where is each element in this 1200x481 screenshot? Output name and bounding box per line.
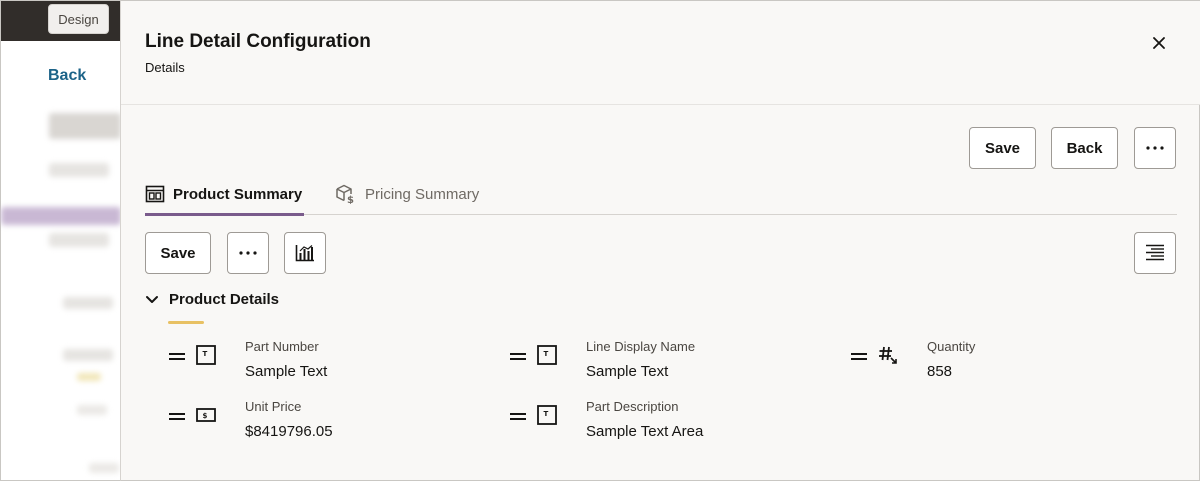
blurred-text <box>77 405 107 415</box>
drawer-subtitle: Details <box>145 60 185 75</box>
text-field-icon: T <box>195 344 217 366</box>
blurred-accent <box>77 373 101 381</box>
svg-text:T: T <box>544 350 549 358</box>
drawer-title: Line Detail Configuration <box>145 31 371 52</box>
tab-pricing-summary[interactable]: $ Pricing Summary <box>335 173 495 215</box>
field-quantity[interactable]: Quantity 858 <box>851 339 1181 389</box>
tab-product-summary[interactable]: Product Summary <box>145 173 304 216</box>
back-button[interactable]: Back <box>1051 127 1118 169</box>
drawer-header: Line Detail Configuration Details <box>121 1 1200 105</box>
svg-text:T: T <box>203 350 208 358</box>
field-value: $8419796.05 <box>245 423 333 440</box>
section-accent-bar <box>168 321 204 324</box>
product-details-section-toggle[interactable]: Product Details <box>145 291 279 308</box>
pricing-box-icon: $ <box>336 184 354 204</box>
drag-handle-icon[interactable] <box>510 411 526 421</box>
bar-chart-icon <box>295 245 314 262</box>
field-value: Sample Text <box>245 363 328 380</box>
blurred-nav-selected <box>1 207 121 225</box>
field-value: Sample Text Area <box>586 423 704 440</box>
tab-label: Product Summary <box>173 185 303 203</box>
svg-text:$: $ <box>347 195 354 204</box>
svg-text:$: $ <box>203 412 208 420</box>
svg-text:T: T <box>544 410 549 418</box>
blurred-text <box>49 233 109 247</box>
field-value: 858 <box>927 363 953 380</box>
text-field-icon: T <box>536 404 558 426</box>
drag-handle-icon[interactable] <box>851 351 867 361</box>
more-icon <box>239 251 257 255</box>
section-save-button[interactable]: Save <box>145 232 211 274</box>
line-detail-drawer: Line Detail Configuration Details Save B… <box>120 0 1200 481</box>
chart-button[interactable] <box>284 232 326 274</box>
more-icon <box>1146 146 1164 150</box>
align-right-icon <box>1146 244 1164 261</box>
section-title: Product Details <box>169 291 280 308</box>
field-label: Part Description <box>586 399 679 414</box>
number-field-icon <box>877 344 899 366</box>
field-part-description[interactable]: T Part Description Sample Text Area <box>510 399 840 449</box>
tab-bar: Product Summary $ Pricing Summary <box>145 173 1177 216</box>
design-tag[interactable]: Design <box>48 4 109 34</box>
blurred-text <box>63 349 113 361</box>
tab-label: Pricing Summary <box>365 185 480 203</box>
drag-handle-icon[interactable] <box>510 351 526 361</box>
currency-field-icon: $ <box>195 404 217 426</box>
close-button[interactable] <box>1145 29 1173 57</box>
align-button[interactable] <box>1134 232 1176 274</box>
field-label: Quantity <box>927 339 976 354</box>
field-label: Unit Price <box>245 399 302 414</box>
blurred-text <box>89 463 119 473</box>
text-field-icon: T <box>536 344 558 366</box>
close-icon <box>1153 37 1165 49</box>
more-actions-button[interactable] <box>1134 127 1176 169</box>
field-value: Sample Text <box>586 363 669 380</box>
field-label: Line Display Name <box>586 339 696 354</box>
layout-icon <box>145 185 165 203</box>
drag-handle-icon[interactable] <box>169 411 185 421</box>
field-label: Part Number <box>245 339 319 354</box>
field-unit-price[interactable]: $ Unit Price $8419796.05 <box>169 399 499 449</box>
blurred-heading <box>49 113 121 139</box>
back-link[interactable]: Back <box>48 67 86 85</box>
save-button[interactable]: Save <box>969 127 1036 169</box>
chevron-down-icon <box>146 295 158 303</box>
blurred-text <box>49 163 109 177</box>
field-part-number[interactable]: T Part Number Sample Text <box>169 339 499 389</box>
blurred-text <box>63 297 113 309</box>
drag-handle-icon[interactable] <box>169 351 185 361</box>
section-more-button[interactable] <box>227 232 269 274</box>
field-line-display-name[interactable]: T Line Display Name Sample Text <box>510 339 840 389</box>
